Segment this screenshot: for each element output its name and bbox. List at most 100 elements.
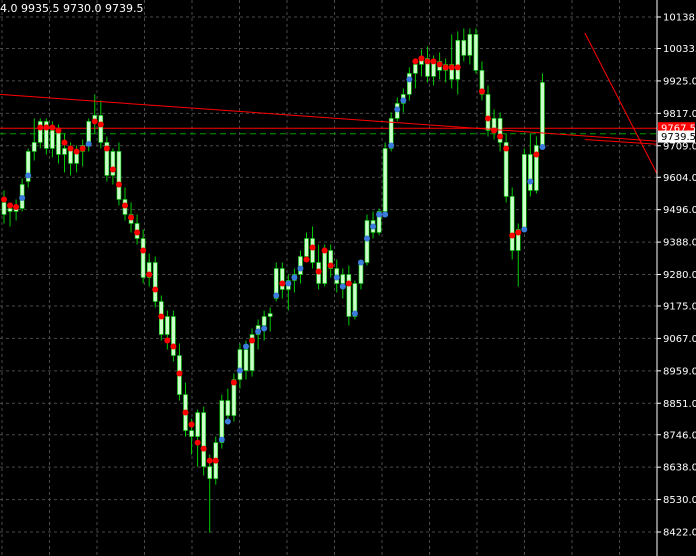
indicator-dot-red [279, 280, 286, 287]
indicator-dot-red [249, 337, 256, 344]
indicator-dot-red [7, 202, 14, 209]
indicator-dot-blue [261, 325, 268, 332]
candle-body [62, 148, 67, 155]
axis-tick-label: 9388.0 [663, 238, 696, 249]
indicator-dot-red [176, 370, 183, 377]
candle-body [382, 148, 388, 212]
indicator-dot-blue [339, 283, 346, 290]
indicator-dot-blue [236, 367, 243, 374]
chart-window: 10138.010033.09925.09817.09709.09604.094… [0, 0, 696, 556]
indicator-dot-red [315, 268, 322, 275]
candle-body [165, 316, 170, 335]
candle-body [207, 466, 212, 479]
indicator-dot-red [55, 127, 62, 134]
axis-tick-label: 8530.0 [663, 495, 696, 506]
indicator-dot-red [140, 247, 147, 254]
axis-tick-label: 8851.0 [663, 399, 696, 410]
indicator-dot-red [321, 247, 328, 254]
candle-body [171, 316, 176, 356]
indicator-dot-red [418, 55, 425, 62]
indicator-dot-blue [224, 418, 231, 425]
indicator-dot-blue [243, 343, 249, 350]
indicator-dot-red [442, 64, 449, 71]
indicator-dot-red [37, 124, 44, 131]
indicator-dot-red [109, 166, 116, 173]
indicator-dot-blue [521, 226, 528, 233]
indicator-dot-red [206, 457, 213, 464]
indicator-dot-blue [539, 143, 546, 150]
candle-body [50, 130, 55, 149]
indicator-dot-red [448, 64, 455, 71]
indicator-dot-red [412, 58, 419, 65]
indicator-dot-red [1, 196, 7, 203]
indicator-dot-red [327, 262, 334, 269]
axis-tick-label: 9925.0 [663, 76, 696, 87]
candle-body [98, 115, 104, 143]
candles [1, 28, 545, 533]
price-tag-label: 9739.5 [661, 132, 696, 143]
indicator-dot-red [128, 214, 135, 221]
candle-body [521, 154, 527, 230]
axis-tick-label: 8746.0 [663, 430, 696, 441]
indicator-dot-red [515, 229, 522, 236]
indicator-dot-red [182, 409, 189, 416]
indicator-dot-red [97, 121, 104, 128]
candle-body [358, 262, 364, 284]
indicator-dot-blue [388, 142, 395, 149]
candle-body [540, 82, 545, 146]
indicator-dot-red [170, 343, 177, 350]
indicator-dot-red [91, 118, 98, 125]
indicator-dot-red [103, 145, 110, 152]
indicator-dot-red [303, 256, 310, 263]
candle-body [116, 151, 122, 200]
indicator-dot-red [200, 445, 207, 452]
indicator-dot-red [188, 421, 195, 428]
axis-tick-label: 9175.0 [663, 302, 696, 313]
indicator-dot-red [509, 232, 516, 239]
price-axis: 10138.010033.09925.09817.09709.09604.094… [656, 0, 696, 556]
indicator-dot-blue [19, 194, 26, 201]
candle-body [298, 256, 303, 275]
indicator-dot-blue [351, 310, 358, 317]
indicator-dot-blue [255, 328, 262, 335]
candle-body [340, 274, 346, 284]
candle-body [56, 130, 61, 155]
indicator-dot-red [152, 286, 159, 293]
candle-body [455, 40, 461, 80]
indicator-dot-red [491, 127, 498, 134]
indicator-dot-red [164, 337, 171, 344]
candle-body [243, 349, 249, 371]
candle-body [467, 34, 473, 56]
indicator-dot-blue [364, 235, 370, 242]
indicator-dot-blue [357, 259, 364, 266]
axis-tick-label: 8422.0 [663, 528, 696, 539]
axis-tick-label: 10138.0 [663, 13, 696, 24]
indicator-dot-blue [376, 211, 383, 218]
axis-tick-label: 10033.0 [663, 44, 696, 55]
indicator-dot-red [478, 88, 485, 95]
indicator-dot-blue [25, 172, 32, 179]
candle-body [322, 250, 327, 284]
indicator-dot-red [345, 280, 352, 287]
grid [0, 0, 657, 556]
indicator-dot-red [533, 151, 540, 158]
indicator-dot-red [49, 124, 56, 131]
candle-body [364, 220, 370, 263]
candle-body [195, 412, 200, 437]
candle-body [152, 262, 158, 302]
indicator-dot-red [436, 61, 443, 68]
indicator-dot-blue [406, 76, 413, 83]
axis-tick-label: 8959.0 [663, 366, 696, 377]
indicator-dot-blue [85, 140, 92, 147]
indicator-dot-blue [527, 178, 534, 185]
indicator-dot-red [430, 58, 437, 65]
indicator-dot-blue [394, 106, 401, 113]
indicator-dot-blue [333, 274, 340, 281]
candle-body [485, 94, 491, 131]
axis-tick-label: 9817.0 [663, 109, 696, 120]
candle-body [201, 412, 206, 467]
indicator-dot-red [73, 148, 80, 155]
indicator-dot-red [309, 244, 316, 251]
candle-body [261, 316, 267, 326]
indicator-dot-red [13, 203, 20, 210]
